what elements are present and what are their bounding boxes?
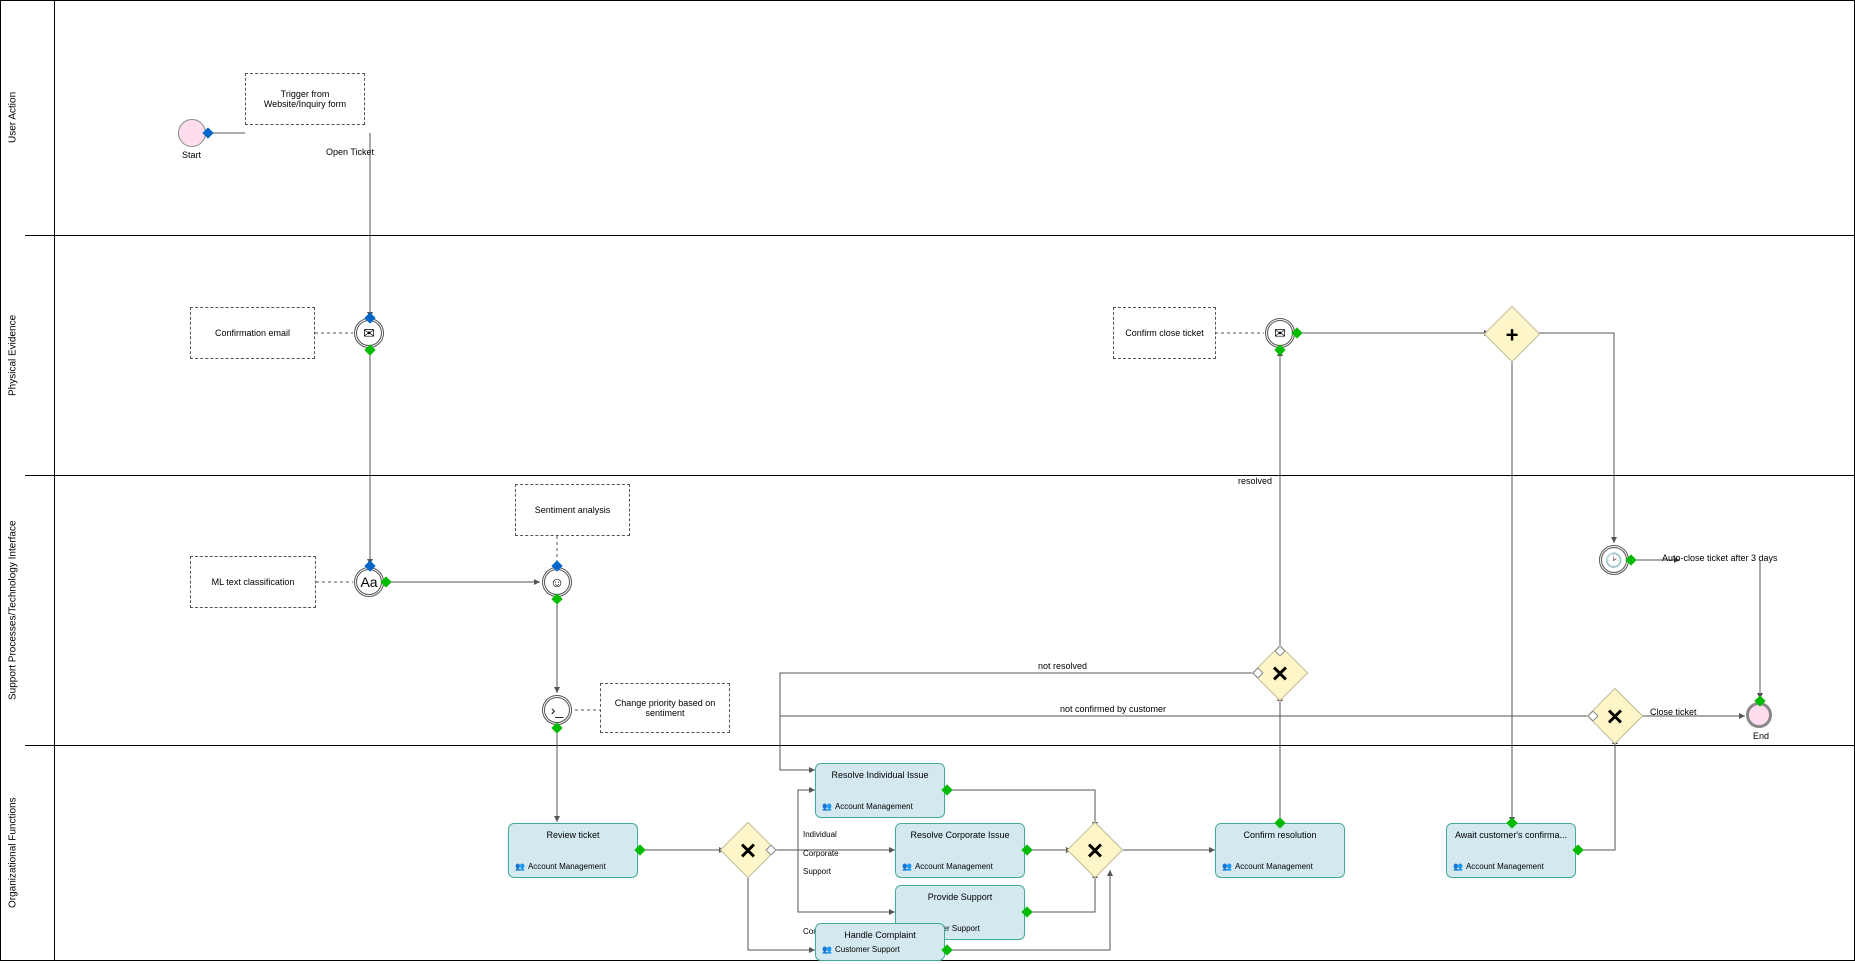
people-icon: 👥	[822, 802, 832, 811]
lane-border	[25, 745, 1855, 746]
task-resolve-corporate[interactable]: Resolve Corporate Issue 👥Account Managem…	[895, 823, 1025, 878]
annotation-confirmation[interactable]: Confirmation email	[190, 307, 315, 359]
task-title: Review ticket	[515, 830, 631, 840]
task-title: Provide Support	[902, 892, 1018, 902]
task-title: Await customer's confirma...	[1453, 830, 1569, 840]
x-icon: ✕	[1260, 654, 1300, 694]
annotation-sentiment[interactable]: Sentiment analysis	[515, 484, 630, 536]
envelope-icon: ✉	[1274, 325, 1286, 342]
lane-physical-evidence: Physical Evidence	[0, 235, 25, 475]
lane-user-action: User Action	[0, 0, 25, 235]
plus-icon: +	[1492, 315, 1532, 355]
lane-support-tech: Support Processes/Technology Interface	[0, 475, 25, 745]
task-await-confirm[interactable]: Await customer's confirma... 👥Account Ma…	[1446, 823, 1576, 878]
envelope-icon: ✉	[363, 325, 375, 342]
face-icon: ☺	[550, 574, 564, 590]
task-role: 👥Account Management	[515, 862, 631, 871]
clock-icon: 🕑	[1605, 552, 1622, 569]
annotation-ml[interactable]: ML text classification	[190, 556, 316, 608]
annotation-confirm-close[interactable]: Confirm close ticket	[1113, 307, 1216, 359]
x-icon: ✕	[1595, 697, 1635, 737]
task-title: Resolve Corporate Issue	[902, 830, 1018, 840]
x-icon: ✕	[728, 831, 768, 871]
task-role: 👥Customer Support	[822, 945, 938, 954]
lane-org-functions: Organizational Functions	[0, 745, 25, 961]
lane-border	[25, 235, 1855, 236]
spacer	[25, 0, 55, 961]
event-script[interactable]: ›_	[542, 695, 572, 725]
people-icon: 👥	[902, 862, 912, 871]
people-icon: 👥	[1222, 862, 1232, 871]
task-role: 👥Account Management	[822, 802, 938, 811]
task-confirm-resolution[interactable]: Confirm resolution 👥Account Management	[1215, 823, 1345, 878]
people-icon: 👥	[515, 862, 525, 871]
task-role: 👥Account Management	[1222, 862, 1338, 871]
people-icon: 👥	[822, 945, 832, 954]
task-review[interactable]: Review ticket 👥Account Management	[508, 823, 638, 878]
x-icon: ✕	[1075, 831, 1115, 871]
people-icon: 👥	[1453, 862, 1463, 871]
lane-border	[25, 475, 1855, 476]
task-title: Resolve Individual Issue	[822, 770, 938, 780]
task-handle-complaint[interactable]: Handle Complaint 👥Customer Support	[815, 923, 945, 961]
task-role: 👥Account Management	[902, 862, 1018, 871]
task-resolve-individual[interactable]: Resolve Individual Issue 👥Account Manage…	[815, 763, 945, 818]
annotation-change-priority[interactable]: Change priority based on sentiment	[600, 683, 730, 733]
task-title: Confirm resolution	[1222, 830, 1338, 840]
text-icon: Aa	[360, 574, 377, 590]
annotation-trigger[interactable]: Trigger from Website/Inquiry form	[245, 73, 365, 125]
script-icon: ›_	[551, 702, 563, 718]
task-role: 👥Account Management	[1453, 862, 1569, 871]
task-title: Handle Complaint	[822, 930, 938, 940]
